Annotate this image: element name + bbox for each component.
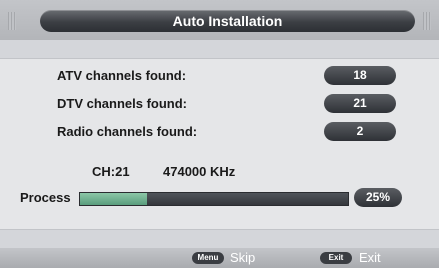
current-channel: CH:21 (92, 164, 130, 179)
exit-action[interactable]: Exit (359, 250, 381, 266)
skip-action[interactable]: Skip (230, 250, 255, 266)
atv-channels-label: ATV channels found: (57, 68, 187, 83)
footer-bar: Menu Skip Exit Exit (0, 248, 439, 268)
current-frequency: 474000 KHz (163, 164, 236, 179)
progress-bar (79, 192, 349, 206)
process-label: Process (20, 190, 71, 205)
menu-key-badge: Menu (192, 252, 224, 264)
progress-percent: 25% (354, 188, 402, 207)
dtv-channels-label: DTV channels found: (57, 96, 187, 111)
exit-key-badge: Exit (320, 252, 352, 264)
header-decoration-right (423, 12, 431, 30)
auto-installation-screen: Auto Installation ATV channels found: 18… (0, 0, 439, 268)
progress-bar-fill (80, 193, 147, 205)
header-decoration-left (8, 12, 16, 30)
radio-channels-label: Radio channels found: (57, 124, 198, 139)
radio-channels-count: 2 (324, 122, 396, 141)
dtv-channels-count: 21 (324, 94, 396, 113)
atv-channels-count: 18 (324, 66, 396, 85)
header-bar: Auto Installation (0, 0, 439, 40)
page-title: Auto Installation (40, 10, 415, 32)
